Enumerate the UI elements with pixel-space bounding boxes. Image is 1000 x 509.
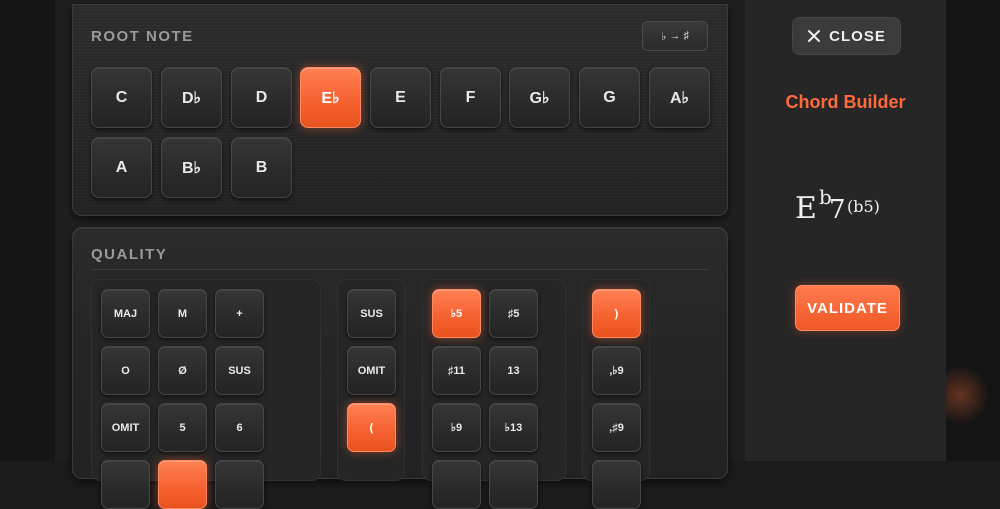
modifier-key-omit[interactable]: OMIT (347, 346, 396, 395)
quality-group-alterations: ) ,♭9 ,♯9 (582, 279, 650, 509)
extension-key-sharp5[interactable]: ♯5 (489, 289, 538, 338)
quality-key-half-dim[interactable]: Ø (158, 346, 207, 395)
quality-group-basic: MAJ M + O Ø SUS OMIT 5 6 (91, 279, 321, 509)
flat-to-sharp-toggle[interactable]: ♭ → ♯ (642, 21, 708, 51)
extension-key-flat13[interactable]: ♭13 (489, 403, 538, 452)
modifier-key-sus[interactable]: SUS (347, 289, 396, 338)
root-note-title: ROOT NOTE (91, 28, 194, 45)
root-key-g[interactable]: G (579, 67, 640, 128)
extension-key-row4-2[interactable] (489, 460, 538, 509)
root-key-c[interactable]: C (91, 67, 152, 128)
close-button[interactable]: CLOSE (792, 17, 901, 55)
root-key-d[interactable]: D (231, 67, 292, 128)
root-key-b[interactable]: B (231, 137, 292, 198)
extension-key-sharp11[interactable]: ♯11 (432, 346, 481, 395)
quality-key-m[interactable]: M (158, 289, 207, 338)
background-left (0, 0, 55, 461)
quality-key-sus[interactable]: SUS (215, 346, 264, 395)
extension-key-13[interactable]: 13 (489, 346, 538, 395)
quality-key-omit[interactable]: OMIT (101, 403, 150, 452)
root-key-a[interactable]: A (91, 137, 152, 198)
quality-group-extensions: ♭5 ♯5 ♯11 13 ♭9 ♭13 (422, 279, 566, 509)
chord-root: E (795, 191, 817, 226)
builder-title: Chord Builder (785, 92, 906, 112)
quality-panel: QUALITY MAJ M + O Ø SUS OMIT 5 6 SUS OMI… (72, 227, 728, 509)
quality-key-maj[interactable]: MAJ (101, 289, 150, 338)
alteration-key-comma-sharp9[interactable]: ,♯9 (592, 403, 641, 452)
quality-title: QUALITY (91, 246, 168, 263)
flat-symbol: ♭ (661, 30, 667, 43)
arrow-icon: → (669, 30, 681, 42)
root-key-g-flat[interactable]: G♭ (509, 67, 570, 128)
chord-seventh: 7 (829, 195, 846, 225)
quality-key-row4-1[interactable] (101, 460, 150, 509)
extension-key-flat9[interactable]: ♭9 (432, 403, 481, 452)
quality-divider (91, 269, 709, 270)
root-key-b-flat[interactable]: B♭ (161, 137, 222, 198)
quality-key-5[interactable]: 5 (158, 403, 207, 452)
root-key-a-flat[interactable]: A♭ (649, 67, 710, 128)
root-key-f[interactable]: F (440, 67, 501, 128)
quality-key-row4-3[interactable] (215, 460, 264, 509)
quality-key-row4-2[interactable] (158, 460, 207, 509)
root-key-d-flat[interactable]: D♭ (161, 67, 222, 128)
close-icon (808, 30, 821, 42)
quality-group-modifiers: SUS OMIT ( (337, 279, 405, 481)
root-key-e[interactable]: E (370, 67, 431, 128)
close-label: CLOSE (829, 27, 886, 45)
modifier-key-open-paren[interactable]: ( (347, 403, 396, 452)
alteration-key-comma-flat9[interactable]: ,♭9 (592, 346, 641, 395)
root-key-e-flat[interactable]: E♭ (300, 67, 361, 128)
root-note-panel: ROOT NOTE ♭ → ♯ C D♭ D E♭ E F G♭ G A♭ A … (72, 4, 728, 216)
chord-display: E b 7 (b5) (765, 175, 926, 245)
chord-builder-sidebar: CLOSE Chord Builder E b 7 (b5) VALIDATE (745, 0, 946, 461)
sharp-symbol: ♯ (683, 30, 689, 42)
extension-key-flat5[interactable]: ♭5 (432, 289, 481, 338)
alteration-key-row4[interactable] (592, 460, 641, 509)
alteration-key-close-paren[interactable]: ) (592, 289, 641, 338)
quality-key-aug[interactable]: + (215, 289, 264, 338)
validate-button[interactable]: VALIDATE (795, 285, 900, 331)
quality-key-dim[interactable]: O (101, 346, 150, 395)
quality-key-6[interactable]: 6 (215, 403, 264, 452)
chord-extension: (b5) (847, 197, 880, 216)
extension-key-row4-1[interactable] (432, 460, 481, 509)
